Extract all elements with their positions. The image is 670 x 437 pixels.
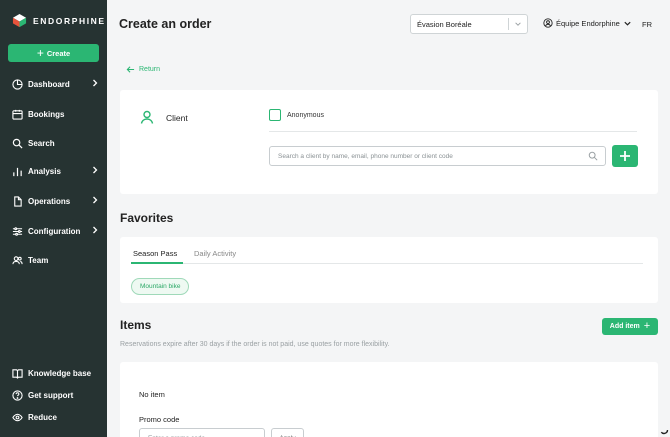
client-card: Client Anonymous [120, 90, 658, 194]
client-search-input[interactable] [269, 146, 606, 166]
eye-icon [12, 413, 23, 421]
organization-select[interactable]: Évasion Boréale [410, 14, 528, 34]
create-button[interactable]: + Create [8, 44, 99, 62]
favorite-chip-mountain-bike[interactable]: Mountain bike [131, 278, 190, 295]
sidebar-item-get-support[interactable]: Get support [12, 387, 100, 403]
page-title: Create an order [119, 17, 212, 31]
sidebar-item-label: Search [28, 138, 55, 148]
search-icon [12, 138, 23, 149]
users-icon [12, 255, 23, 264]
sidebar-item-search[interactable]: Search [12, 135, 100, 151]
brand-logo-icon [12, 13, 27, 28]
sidebar-item-dashboard[interactable]: Dashboard [12, 76, 100, 92]
add-client-button[interactable] [612, 145, 638, 167]
select-divider [508, 18, 509, 30]
tab-season-pass[interactable]: Season Pass [133, 249, 177, 258]
chevron-right-icon [93, 79, 98, 87]
active-tab-indicator [131, 262, 183, 264]
search-icon [588, 151, 598, 161]
sidebar-item-label: Dashboard [28, 79, 70, 89]
sidebar-item-team[interactable]: Team [12, 252, 100, 268]
items-expiry-note: Reservations expire after 30 days if the… [120, 341, 390, 348]
sidebar-item-label: Team [28, 255, 49, 265]
language-switch[interactable]: FR [642, 20, 652, 29]
items-card: No item Promo code Apply [120, 362, 658, 437]
chevron-down-icon [624, 21, 631, 26]
calendar-icon [12, 109, 23, 120]
team-menu[interactable]: Équipe Endorphine [543, 18, 632, 28]
client-label: Client [166, 113, 188, 123]
favorites-title: Favorites [120, 211, 174, 225]
divider [269, 131, 637, 132]
user-icon [140, 110, 154, 124]
anonymous-label: Anonymous [287, 112, 324, 119]
sidebar-item-configuration[interactable]: Configuration [12, 223, 100, 239]
chevron-right-icon [93, 166, 98, 174]
sidebar-item-reduce[interactable]: Reduce [12, 409, 100, 425]
sidebar-item-label: Bookings [28, 109, 65, 119]
create-button-label: Create [46, 48, 71, 58]
brand-name: ENDORPHINE [33, 15, 106, 26]
chevron-down-icon [515, 22, 521, 26]
organization-select-value: Évasion Boréale [417, 19, 472, 29]
sidebar-item-label: Analysis [28, 166, 61, 176]
plus-icon: + [36, 46, 44, 60]
sidebar: ENDORPHINE + Create Dashboard Bookings S… [0, 0, 107, 437]
chevron-right-icon [93, 196, 98, 204]
arrow-left-icon [126, 66, 135, 73]
sidebar-item-analysis[interactable]: Analysis [12, 163, 100, 179]
sidebar-item-knowledge-base[interactable]: Knowledge base [12, 365, 100, 381]
return-link[interactable]: Return [126, 65, 160, 74]
sidebar-item-label: Reduce [28, 412, 57, 422]
bar-chart-icon [13, 167, 22, 176]
sidebar-item-label: Configuration [28, 226, 81, 236]
user-circle-icon [543, 18, 553, 28]
sidebar-item-bookings[interactable]: Bookings [12, 106, 100, 122]
favorites-card: Season Pass Daily Activity Mountain bike [120, 237, 658, 303]
anonymous-checkbox[interactable] [269, 109, 281, 121]
team-name: Équipe Endorphine [556, 18, 620, 28]
promo-code-input[interactable] [139, 428, 265, 437]
help-icon [12, 389, 23, 401]
plus-icon: + [643, 320, 651, 332]
return-label: Return [139, 66, 161, 73]
tab-daily-activity[interactable]: Daily Activity [194, 249, 236, 258]
sidebar-item-operations[interactable]: Operations [12, 193, 100, 209]
apply-promo-button[interactable]: Apply [271, 428, 304, 437]
document-icon [14, 195, 22, 207]
brand-logo[interactable]: ENDORPHINE [12, 13, 106, 28]
sidebar-item-label: Operations [28, 196, 71, 206]
promo-code-label: Promo code [139, 415, 180, 424]
loading-spinner-icon [660, 429, 669, 435]
sliders-icon [12, 226, 23, 236]
book-icon [12, 368, 23, 379]
chevron-right-icon [93, 226, 98, 234]
sidebar-item-label: Get support [28, 390, 74, 400]
sidebar-item-label: Knowledge base [28, 368, 92, 378]
plus-icon [620, 151, 630, 161]
tabs-divider [131, 263, 643, 264]
add-item-label: Add item [609, 323, 640, 330]
add-item-button[interactable]: Add item + [602, 318, 658, 335]
pie-chart-icon [12, 78, 23, 90]
items-title: Items [120, 318, 152, 332]
no-item-label: No item [139, 390, 165, 399]
